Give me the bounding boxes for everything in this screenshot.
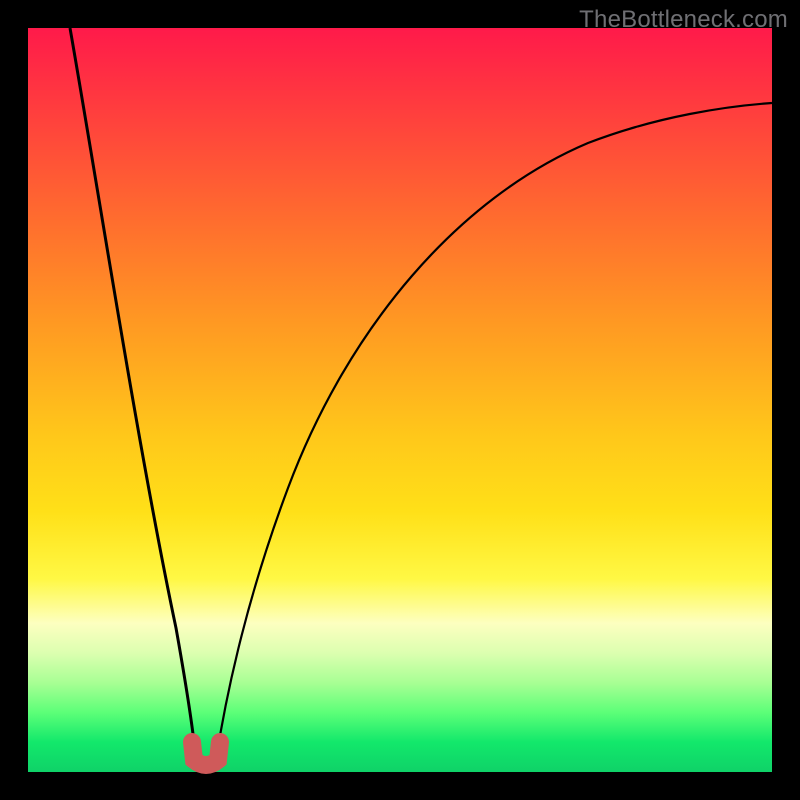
plot-area bbox=[28, 28, 772, 772]
minimum-marker bbox=[192, 742, 220, 765]
watermark-text: TheBottleneck.com bbox=[579, 6, 788, 34]
chart-frame: TheBottleneck.com bbox=[0, 0, 800, 800]
curve-left-branch bbox=[70, 28, 196, 760]
bottleneck-curve bbox=[28, 28, 772, 772]
curve-right-branch bbox=[216, 103, 772, 760]
